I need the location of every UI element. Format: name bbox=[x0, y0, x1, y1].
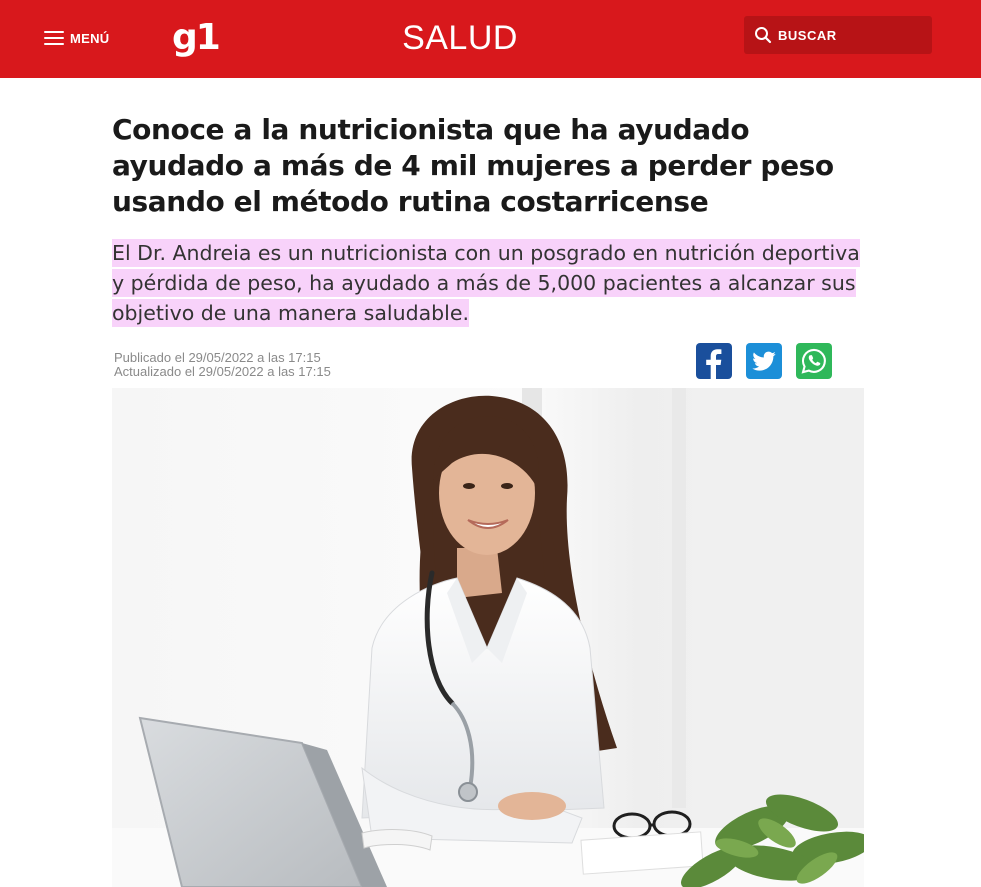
whatsapp-icon bbox=[801, 348, 826, 374]
facebook-icon bbox=[706, 349, 722, 379]
site-logo[interactable]: g1 bbox=[172, 14, 221, 62]
hamburger-icon bbox=[44, 31, 64, 45]
updated-date: Actualizado el 29/05/2022 a las 17:15 bbox=[114, 364, 331, 379]
menu-label: MENÚ bbox=[70, 30, 110, 46]
highlighted-subheadline-text: El Dr. Andreia es un nutricionista con u… bbox=[112, 239, 860, 327]
article-headline: Conoce a la nutricionista que ha ayudado… bbox=[112, 113, 834, 218]
photo-illustration bbox=[112, 388, 864, 887]
search-icon bbox=[755, 27, 772, 44]
search-input[interactable]: BUSCAR bbox=[744, 16, 932, 54]
site-header: MENÚ g1 SALUD BUSCAR bbox=[0, 0, 981, 78]
share-twitter-button[interactable] bbox=[746, 343, 782, 379]
article-subheadline: El Dr. Andreia es un nutricionista con u… bbox=[112, 238, 864, 328]
section-title[interactable]: SALUD bbox=[360, 16, 560, 60]
twitter-icon bbox=[752, 351, 776, 371]
smiling-doctor-photo bbox=[112, 388, 864, 887]
menu-button[interactable]: MENÚ bbox=[44, 26, 109, 50]
article-meta: Publicado el 29/05/2022 a las 17:15 Actu… bbox=[114, 351, 331, 379]
search-label: BUSCAR bbox=[778, 27, 837, 43]
published-date: Publicado el 29/05/2022 a las 17:15 bbox=[114, 350, 321, 365]
article-page: MENÚ g1 SALUD BUSCAR Conoce a la nutrici… bbox=[0, 0, 981, 887]
share-facebook-button[interactable] bbox=[696, 343, 732, 379]
share-whatsapp-button[interactable] bbox=[796, 343, 832, 379]
